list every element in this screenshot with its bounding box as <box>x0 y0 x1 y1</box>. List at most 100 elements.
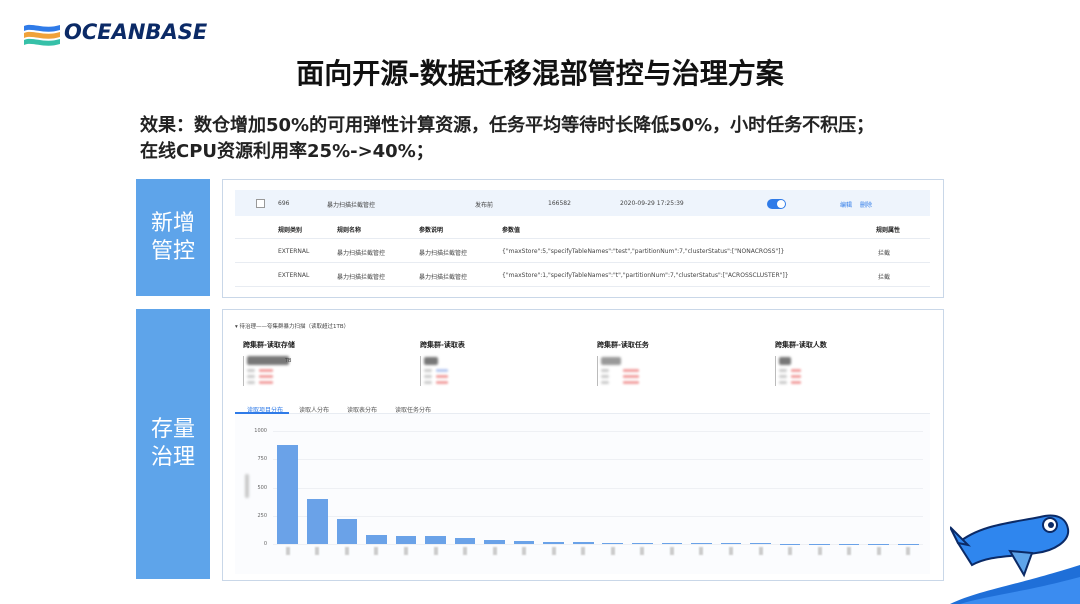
x-tick-label <box>699 547 704 555</box>
row1-desc: 暴力扫描拦截管控 <box>419 250 468 257</box>
stat-meta <box>779 369 787 372</box>
header-attr: 规则属性 <box>876 227 901 234</box>
subtitle-line-2: 在线CPU资源利用率25%->40%； <box>140 141 434 162</box>
rule-status: 发布前 <box>475 202 494 209</box>
stat-value-tasks <box>601 357 621 365</box>
rule-enabled-toggle[interactable] <box>767 199 786 209</box>
chart-bar[interactable] <box>513 541 535 544</box>
new-control-label: 新增 管控 <box>136 179 210 296</box>
y-tick-label: 0 <box>263 541 267 547</box>
chart-bar[interactable] <box>425 535 446 544</box>
chart-bar[interactable] <box>366 534 387 544</box>
chart-bar[interactable] <box>602 542 624 544</box>
x-tick-label <box>581 547 586 555</box>
x-tick-label <box>847 547 852 555</box>
header-desc: 参数说明 <box>419 227 444 234</box>
stat-divider <box>420 356 421 386</box>
row2-attr: 拦截 <box>878 274 891 281</box>
chart-bar[interactable] <box>306 498 328 544</box>
x-tick-label <box>758 547 763 555</box>
header-name: 规则名称 <box>337 227 362 234</box>
stat-meta <box>601 369 609 372</box>
x-tick-label <box>728 547 733 555</box>
edit-link[interactable]: 编辑 <box>840 200 852 209</box>
storage-governance-label-line2: 治理 <box>150 445 195 470</box>
x-tick-label <box>522 547 527 555</box>
storage-governance-label-line1: 存量 <box>150 417 195 442</box>
stat-delta <box>259 381 273 384</box>
grid-line <box>273 459 923 461</box>
tab-table-distribution[interactable]: 读取表分布 <box>347 405 377 414</box>
chart-bar[interactable] <box>395 535 417 544</box>
governance-panel: ▾ 待治理——夸集群暴力扫描（读取超过1TB） 跨集群-读取存储 TB 跨集群-… <box>222 309 944 581</box>
chart-bar[interactable] <box>543 541 564 544</box>
divider <box>235 238 930 239</box>
new-control-label-line2: 管控 <box>150 238 195 264</box>
stat-meta <box>424 381 432 384</box>
stat-meta <box>247 375 255 378</box>
x-tick-label <box>285 547 290 555</box>
x-tick-label <box>788 547 793 555</box>
chart-bar[interactable] <box>277 444 299 544</box>
chart-bar[interactable] <box>336 518 358 544</box>
chart-plot-area <box>273 431 923 545</box>
stat-meta <box>601 375 609 378</box>
header-category: 规则类别 <box>278 227 303 234</box>
x-tick-label <box>344 547 349 555</box>
control-rule-panel: 696 暴力扫描拦截管控 发布前 166582 2020-09-29 17:25… <box>222 179 944 298</box>
rule-datetime: 2020-09-29 17:25:39 <box>620 200 684 207</box>
header-value: 参数值 <box>502 227 521 234</box>
row1-name: 暴力扫描拦截管控 <box>337 250 386 257</box>
x-tick-label <box>876 547 881 555</box>
stat-divider <box>775 356 776 386</box>
stat-delta <box>791 381 801 384</box>
stat-value-users <box>779 357 791 365</box>
x-tick-label <box>640 547 645 555</box>
toggle-knob <box>777 200 785 208</box>
stat-delta <box>259 369 273 372</box>
chart-bar[interactable] <box>454 538 476 544</box>
chart-bar[interactable] <box>631 542 653 544</box>
chart-bar[interactable] <box>720 543 742 544</box>
x-tick-label <box>906 547 911 555</box>
slide-subtitle: 效果：数仓增加50%的可用弹性计算资源，任务平均等待时长降低50%，小时任务不积… <box>140 113 960 165</box>
storage-governance-label: 存量 治理 <box>136 309 210 579</box>
stat-delta <box>791 369 801 372</box>
stat-title-tasks: 跨集群-读取任务 <box>597 341 649 349</box>
stat-delta <box>259 375 273 378</box>
row-checkbox[interactable] <box>256 199 265 208</box>
tab-user-distribution[interactable]: 读取人分布 <box>299 405 329 414</box>
divider <box>235 286 930 287</box>
stat-delta <box>436 381 448 384</box>
chart-bar[interactable] <box>661 543 683 544</box>
x-tick-label <box>315 547 320 555</box>
grid-line <box>273 544 923 545</box>
governance-section-title[interactable]: ▾ 待治理——夸集群暴力扫描（读取超过1TB） <box>235 322 349 330</box>
stat-meta <box>247 369 255 372</box>
stat-value-storage <box>247 356 289 365</box>
brand-name: OCEANBASE <box>64 20 208 44</box>
chart-bar[interactable] <box>750 543 771 544</box>
tab-task-distribution[interactable]: 读取任务分布 <box>395 405 431 414</box>
row2-category: EXTERNAL <box>278 272 310 279</box>
stat-meta <box>424 375 432 378</box>
grid-line <box>273 487 923 489</box>
divider <box>235 262 930 263</box>
x-tick-label <box>403 547 408 555</box>
y-tick-label: 1000 <box>254 428 267 434</box>
row1-value: {"maxStore":5,"specifyTableNames":"test"… <box>502 248 785 255</box>
stat-delta <box>623 381 639 384</box>
row2-name: 暴力扫描拦截管控 <box>337 274 386 281</box>
stat-meta <box>424 369 432 372</box>
stat-value-tables <box>424 357 438 365</box>
stat-delta <box>436 369 448 372</box>
row2-value: {"maxStore":1,"specifyTableNames":"t","p… <box>502 272 789 279</box>
stat-unit-storage: TB <box>285 358 292 364</box>
stat-delta <box>623 369 639 372</box>
new-control-label-line1: 新增 <box>150 210 195 236</box>
chart-bar[interactable] <box>572 542 594 544</box>
x-tick-label <box>817 547 822 555</box>
chart-bar[interactable] <box>484 540 505 544</box>
chart-bar[interactable] <box>691 543 712 544</box>
delete-link[interactable]: 删除 <box>860 200 872 209</box>
